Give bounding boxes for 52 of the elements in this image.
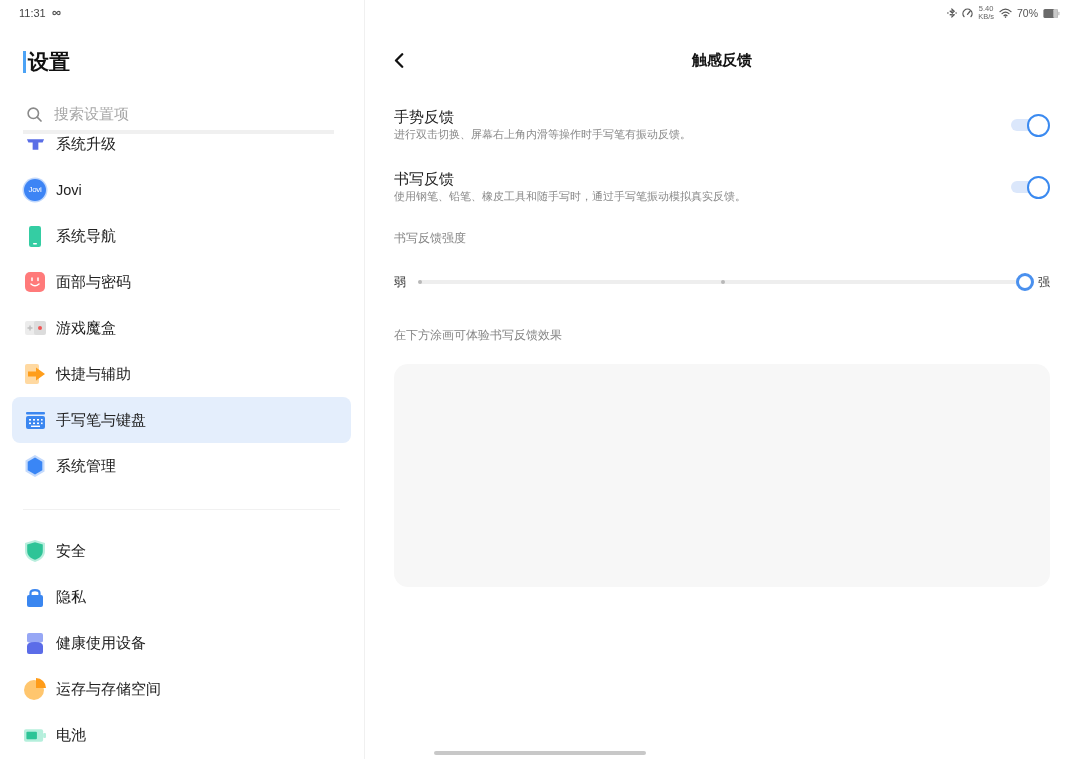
pie-chart-icon	[24, 678, 46, 700]
phone-icon	[29, 225, 41, 247]
keyboard-icon	[25, 411, 45, 429]
sidebar-item[interactable]: 电池	[12, 712, 351, 758]
sidebar-item[interactable]: 快捷与辅助	[12, 351, 351, 397]
setting-description: 进行双击切换、屏幕右上角内滑等操作时手写笔有振动反馈。	[394, 127, 691, 142]
battery-percent: 70%	[1017, 7, 1038, 19]
battery-icon	[24, 728, 46, 742]
gauge-icon	[962, 8, 974, 18]
sidebar-title: 设置	[23, 51, 70, 73]
shield-icon	[25, 540, 45, 562]
arrow-icon	[24, 364, 46, 384]
wifi-icon	[999, 8, 1012, 18]
sidebar-item[interactable]: 运存与存储空间	[12, 666, 351, 712]
link-icon	[51, 10, 61, 16]
bluetooth-icon	[947, 8, 958, 18]
back-icon	[394, 52, 404, 68]
hourglass-icon	[27, 632, 43, 654]
battery-icon	[1043, 8, 1060, 18]
sidebar-item[interactable]: 健康使用设备	[12, 620, 351, 666]
toggle-switch[interactable]	[1011, 113, 1050, 137]
sidebar-item[interactable]: 游戏魔盒	[12, 305, 351, 351]
setting-title: 手势反馈	[394, 108, 455, 126]
toggle-switch[interactable]	[1011, 175, 1050, 199]
search-field[interactable]: 搜索设置项	[54, 103, 334, 125]
smiley-icon	[25, 272, 45, 292]
sidebar-item[interactable]: 系统管理	[12, 443, 351, 489]
slider-tick	[418, 280, 422, 284]
sidebar-item[interactable]: 隐私	[12, 574, 351, 620]
slider-min-label: 弱	[394, 273, 406, 291]
lock-icon	[27, 587, 43, 607]
setting-description: 使用钢笔、铅笔、橡皮工具和随手写时，通过手写笔振动模拟真实反馈。	[394, 189, 746, 204]
sidebar-item[interactable]: 安全	[12, 528, 351, 574]
t-shape-icon	[25, 138, 45, 150]
sidebar-item[interactable]: 手写笔与键盘	[12, 397, 351, 443]
setting-title: 书写反馈	[394, 170, 455, 188]
game-box-icon	[24, 321, 46, 335]
sidebar-item[interactable]: Jovi Jovi	[12, 167, 351, 213]
hint-text: 在下方涂画可体验书写反馈效果	[394, 327, 563, 344]
hexagon-icon	[25, 455, 45, 477]
slider-max-label: 强	[1038, 273, 1050, 291]
sidebar-item[interactable]: 系统升级	[12, 134, 351, 154]
app-logo: Jovi	[24, 179, 46, 201]
sidebar-item[interactable]: 系统导航	[12, 213, 351, 259]
back-button[interactable]	[394, 52, 404, 68]
sidebar-item[interactable]: 面部与密码	[12, 259, 351, 305]
search-icon	[27, 106, 42, 122]
slider-thumb[interactable]	[1016, 273, 1034, 291]
slider-tick	[720, 280, 725, 284]
status-time: 11:31	[19, 7, 46, 19]
section-label: 书写反馈强度	[394, 230, 467, 247]
page-title: 触感反馈	[692, 50, 752, 70]
